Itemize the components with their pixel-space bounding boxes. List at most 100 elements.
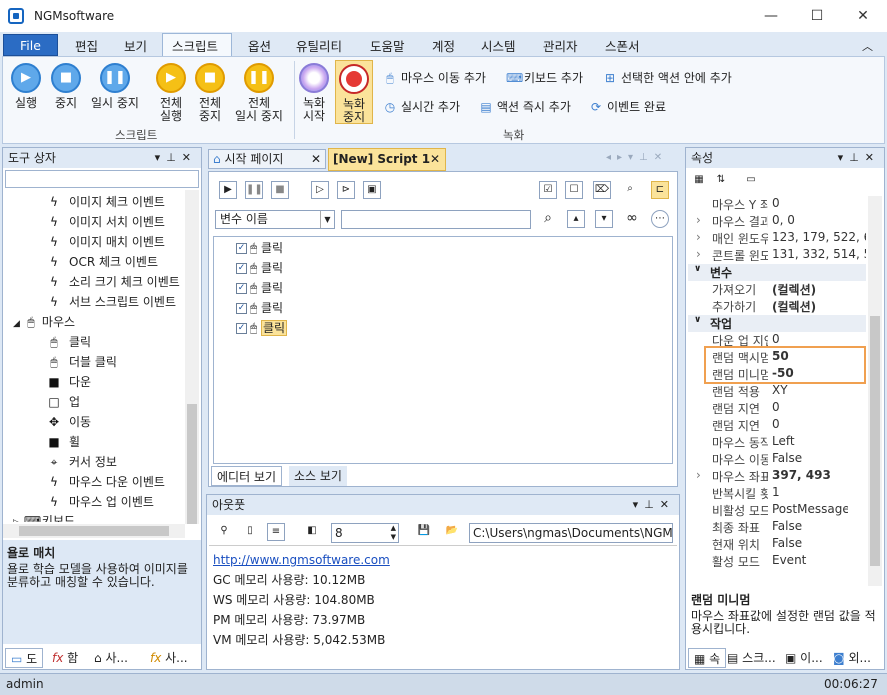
property-row[interactable]: 가져오기 (컬렉션): [688, 281, 848, 298]
list-item[interactable]: 🖱 클릭: [47, 333, 91, 350]
move-down-icon[interactable]: ▾: [595, 210, 613, 228]
chevron-right-icon[interactable]: ›: [696, 213, 701, 227]
stop-all-button[interactable]: ■ 전체 중지: [192, 63, 228, 123]
play-icon[interactable]: ▶: [219, 181, 237, 199]
eraser-icon[interactable]: ◧: [303, 523, 321, 541]
add-keyboard-button[interactable]: ⌨키보드 추가: [506, 69, 583, 86]
tree-group-keyboard[interactable]: ▷⌨키보드: [13, 512, 75, 522]
list-item[interactable]: ϟ 소리 크기 체크 이벤트: [47, 273, 180, 290]
record-stop-button[interactable]: 녹화 중지: [335, 60, 373, 124]
menu-utility[interactable]: 유틸리티: [296, 36, 342, 55]
checkbox[interactable]: ✓: [236, 243, 247, 254]
tab-script-1[interactable]: [New] Script 1 ✕: [328, 148, 446, 171]
property-row[interactable]: 비활성 모드 PostMessage: [688, 502, 848, 519]
toolbox-search-input[interactable]: [5, 170, 199, 188]
menu-account[interactable]: 계정: [432, 36, 455, 55]
loop-icon[interactable]: ∞: [623, 210, 641, 228]
move-up-icon[interactable]: ▴: [567, 210, 585, 228]
list-item[interactable]: ⌖ 커서 정보: [47, 453, 117, 470]
categorized-icon[interactable]: ▦: [690, 172, 708, 190]
property-row[interactable]: 마우스 동작 Left: [688, 434, 848, 451]
pause-all-button[interactable]: ❚❚ 전체 일시 중지: [230, 63, 288, 123]
list-item[interactable]: □ 업: [47, 393, 80, 410]
menu-options[interactable]: 옵션: [248, 36, 271, 55]
checkbox[interactable]: ✓: [236, 303, 247, 314]
menu-edit[interactable]: 편집: [75, 36, 98, 55]
list-item[interactable]: ✥ 이동: [47, 413, 91, 430]
tab-images[interactable]: ▣ 이...: [780, 648, 828, 668]
property-row[interactable]: 현재 위치 False: [688, 536, 848, 553]
tab-user1[interactable]: ⌂ 사...: [89, 648, 133, 668]
properties-scrollbar[interactable]: [868, 196, 882, 586]
property-row[interactable]: ›콘트롤 윈도우131, 332, 514, 581: [688, 247, 866, 264]
add-realtime-button[interactable]: ◷ 실시간 추가: [383, 98, 460, 115]
checkbox[interactable]: ✓: [236, 283, 247, 294]
variable-select[interactable]: 변수 이름 ▼: [215, 210, 335, 229]
list-item[interactable]: ϟ 이미지 체크 이벤트: [47, 193, 165, 210]
list-item[interactable]: ϟ 이미지 매치 이벤트: [47, 233, 165, 250]
property-row[interactable]: 추가하기 (컬렉션): [688, 298, 848, 315]
tab-script-explorer[interactable]: ▤ 스크...: [722, 648, 781, 668]
menu-help[interactable]: 도움말: [370, 36, 405, 55]
table-row[interactable]: ✓ 🖱 클릭: [236, 299, 283, 316]
property-row[interactable]: › 마우스 좌표 397, 493: [688, 468, 848, 485]
stepper-arrows-icon[interactable]: ▲ ▼: [391, 524, 396, 542]
tab-source-view[interactable]: 소스 보기: [289, 466, 347, 486]
event-complete-button[interactable]: ⟳ 이벤트 완료: [589, 98, 666, 115]
checkbox[interactable]: ✓: [236, 263, 247, 274]
run-selected-icon[interactable]: ▣: [363, 181, 381, 199]
stop-button[interactable]: ■ 중지: [51, 63, 81, 110]
pause-button[interactable]: ❚❚ 일시 중지: [87, 63, 143, 110]
panel-controls-icon[interactable]: ▾⊥✕: [633, 495, 675, 515]
list-item[interactable]: ϟ 마우스 다운 이벤트: [47, 473, 165, 490]
search-icon[interactable]: ⌕: [621, 181, 639, 199]
pause-icon[interactable]: ❚❚: [245, 181, 263, 199]
add-in-selected-button[interactable]: ⊞ 선택한 액션 안에 추가: [603, 69, 732, 86]
tab-nav-icons[interactable]: ◂▸▾⊥✕: [606, 152, 668, 163]
record-start-button[interactable]: 녹화 시작: [299, 63, 329, 123]
panel-controls-icon[interactable]: ▾⊥✕: [838, 148, 880, 168]
list-item[interactable]: ■ 휠: [47, 433, 80, 450]
search-icon[interactable]: ⌕: [539, 210, 557, 228]
menu-system[interactable]: 시스템: [481, 36, 516, 55]
property-row[interactable]: 랜덤 적용 XY: [688, 383, 848, 400]
tab-properties[interactable]: ▦ 속: [688, 648, 727, 668]
maximize-button[interactable]: ☐: [794, 0, 840, 32]
property-row[interactable]: › 마우스 결과 0, 0: [688, 213, 848, 230]
stop-icon[interactable]: ■: [271, 181, 289, 199]
property-row[interactable]: 랜덤 지연 0: [688, 417, 848, 434]
category-variables[interactable]: ∨ 변수: [688, 264, 866, 281]
property-row[interactable]: 랜덤 미니멈 -50: [688, 366, 848, 383]
list-item[interactable]: ■ 다운: [47, 373, 91, 390]
document-icon[interactable]: ▯: [241, 523, 259, 541]
folder-icon[interactable]: 📂: [443, 523, 461, 541]
table-row[interactable]: ✓ 🖱 클릭: [236, 319, 288, 336]
toolbox-scrollbar[interactable]: [185, 190, 199, 524]
count-stepper[interactable]: 8 ▲ ▼: [331, 523, 399, 543]
property-row[interactable]: ›매인 윈도우123, 179, 522, 615: [688, 230, 866, 247]
property-row[interactable]: 마우스 이동 False: [688, 451, 848, 468]
wrap-icon[interactable]: ≡: [267, 523, 285, 541]
close-button[interactable]: ✕: [840, 0, 886, 32]
category-work[interactable]: ∨ 작업: [688, 315, 866, 332]
chevron-right-icon[interactable]: ›: [696, 247, 701, 261]
list-item[interactable]: ϟ 이미지 서치 이벤트: [47, 213, 165, 230]
tab-user2[interactable]: fx 사...: [145, 648, 193, 668]
variable-input[interactable]: [341, 210, 531, 229]
property-pages-icon[interactable]: ▭: [742, 172, 760, 190]
close-tab-icon[interactable]: ✕: [311, 150, 321, 168]
list-item[interactable]: 🖱 더블 클릭: [47, 353, 117, 370]
instant-add-button[interactable]: ▤ 액션 즉시 추가: [479, 98, 571, 115]
close-tab-icon[interactable]: ✕: [430, 149, 440, 170]
toolbox-hscrollbar[interactable]: [3, 524, 185, 538]
delete-icon[interactable]: ⌦: [593, 181, 611, 199]
run-all-button[interactable]: ▶ 전체 실행: [153, 63, 189, 123]
tab-toolbox[interactable]: ▭ 도: [5, 648, 44, 668]
collapse-ribbon-icon[interactable]: ︿: [862, 38, 873, 54]
tab-start-page[interactable]: ⌂ 시작 페이지 ✕: [208, 149, 326, 169]
panel-controls-icon[interactable]: ▾⊥✕: [155, 148, 197, 168]
menu-admin[interactable]: 관리자: [543, 36, 578, 55]
check-all-icon[interactable]: ☑: [539, 181, 557, 199]
tree-group-mouse[interactable]: ◢ 🖱 마우스: [13, 313, 75, 330]
menu-script[interactable]: 스크립트: [172, 36, 218, 55]
